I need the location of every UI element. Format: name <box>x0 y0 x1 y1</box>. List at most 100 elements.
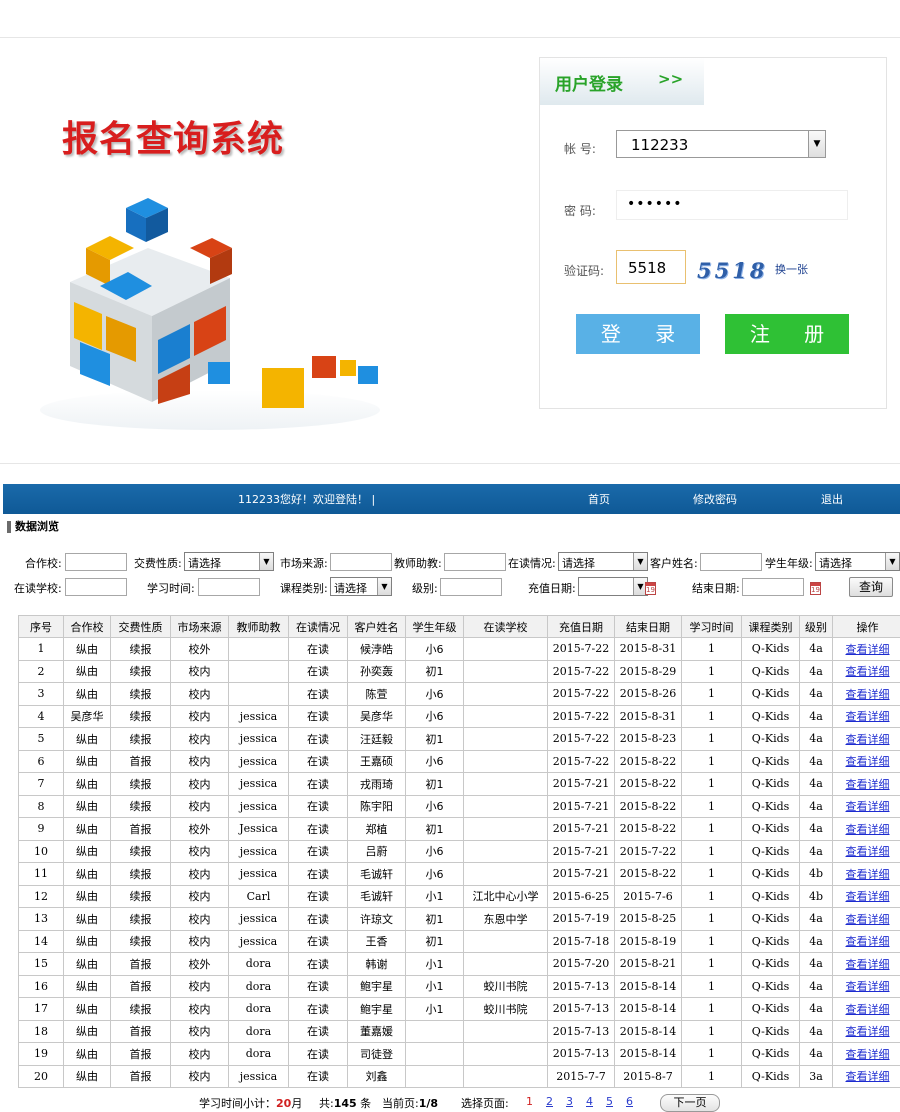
query-button[interactable]: 查询 <box>849 577 893 597</box>
column-header: 序号 <box>18 615 64 638</box>
register-button[interactable]: 注 册 <box>725 314 849 354</box>
chevron-down-icon[interactable]: ▼ <box>377 578 391 595</box>
study-status-select[interactable]: 请选择 ▼ <box>558 552 648 571</box>
table-cell: 2015-7-22 <box>547 749 615 773</box>
column-header: 在读学校 <box>463 615 548 638</box>
table-cell <box>463 952 548 976</box>
table-cell: 查看详细 <box>832 772 900 796</box>
table-cell: Carl <box>228 884 289 908</box>
table-cell: jessica <box>228 862 289 886</box>
current-school-input[interactable] <box>65 578 127 596</box>
level-input[interactable] <box>440 578 502 596</box>
nav-change-password-link[interactable]: 修改密码 <box>693 491 737 507</box>
market-source-input[interactable] <box>330 553 392 571</box>
password-field[interactable]: •••••• <box>616 190 848 220</box>
table-cell: 小6 <box>405 862 464 886</box>
chevron-down-icon[interactable]: ▼ <box>885 553 899 570</box>
page-link[interactable]: 2 <box>546 1095 553 1108</box>
view-detail-link[interactable]: 查看详细 <box>846 868 890 881</box>
view-detail-link[interactable]: 查看详细 <box>846 688 890 701</box>
view-detail-link[interactable]: 查看详细 <box>846 823 890 836</box>
view-detail-link[interactable]: 查看详细 <box>846 643 890 656</box>
table-cell <box>405 1019 464 1043</box>
view-detail-link[interactable]: 查看详细 <box>846 958 890 971</box>
view-detail-link[interactable]: 查看详细 <box>846 890 890 903</box>
table-row: 16 纵由 首报 校内 dora 在读 鲍宇星 小1 蛟川书院 2015-7-13 2015-8-1… <box>18 974 900 998</box>
view-detail-link[interactable]: 查看详细 <box>846 778 890 791</box>
table-row: 10 纵由 续报 校内 jessica 在读 吕蔚 小6 2015-7-21 2015-7-22 1… <box>18 839 900 863</box>
page-link[interactable]: 6 <box>626 1095 633 1108</box>
table-cell: 纵由 <box>63 637 111 661</box>
view-detail-link[interactable]: 查看详细 <box>846 800 890 813</box>
end-date-input[interactable] <box>742 578 804 596</box>
teacher-assistant-input[interactable] <box>444 553 506 571</box>
view-detail-link[interactable]: 查看详细 <box>846 1070 890 1083</box>
table-cell: 2015-8-29 <box>614 659 682 683</box>
subtotal-value: 20 <box>276 1097 292 1110</box>
chevron-down-icon[interactable]: ▼ <box>259 553 273 570</box>
view-detail-link[interactable]: 查看详细 <box>846 665 890 678</box>
subtotal-unit: 月 <box>291 1097 303 1110</box>
table-cell: 查看详细 <box>832 817 900 841</box>
customer-name-input[interactable] <box>700 553 762 571</box>
study-time-input[interactable] <box>198 578 260 596</box>
view-detail-link[interactable]: 查看详细 <box>846 1003 890 1016</box>
view-detail-link[interactable]: 查看详细 <box>846 1025 890 1038</box>
view-detail-link[interactable]: 查看详细 <box>846 913 890 926</box>
view-detail-link[interactable]: 查看详细 <box>846 710 890 723</box>
table-cell: 续报 <box>110 907 171 931</box>
view-detail-link[interactable]: 查看详细 <box>846 980 890 993</box>
account-select[interactable]: 112233 ▼ <box>616 130 826 158</box>
fee-type-select[interactable]: 请选择 ▼ <box>184 552 274 571</box>
view-detail-link[interactable]: 查看详细 <box>846 755 890 768</box>
table-cell: 蛟川书院 <box>463 997 548 1021</box>
table-cell: 1 <box>681 839 742 863</box>
page-link[interactable]: 5 <box>606 1095 613 1108</box>
captcha-input[interactable]: 5518 <box>616 250 686 284</box>
subtotal-label: 学习时间小计： <box>199 1097 276 1110</box>
chevron-down-icon[interactable]: ▼ <box>633 553 647 570</box>
grade-select[interactable]: 请选择 ▼ <box>815 552 900 571</box>
table-cell: 查看详细 <box>832 749 900 773</box>
course-type-select[interactable]: 请选择 ▼ <box>330 577 392 596</box>
nav-logout-link[interactable]: 退出 <box>821 491 843 507</box>
table-cell: 在读 <box>288 839 348 863</box>
calendar-icon[interactable]: 19 <box>810 582 821 595</box>
current-page-label: 当前页: <box>382 1097 419 1110</box>
captcha-image[interactable]: 5518 <box>697 258 767 283</box>
table-cell: 4a <box>799 839 833 863</box>
page-link[interactable]: 1 <box>526 1095 533 1108</box>
view-detail-link[interactable]: 查看详细 <box>846 845 890 858</box>
table-cell: Q-Kids <box>741 929 800 953</box>
table-cell: 2015-8-14 <box>614 1019 682 1043</box>
view-detail-link[interactable]: 查看详细 <box>846 1048 890 1061</box>
recharge-date-select[interactable]: ▼ <box>578 577 648 596</box>
table-cell: 在读 <box>288 862 348 886</box>
page-link[interactable]: 4 <box>586 1095 593 1108</box>
table-cell <box>228 659 289 683</box>
table-cell: 2015-8-26 <box>614 682 682 706</box>
next-page-button[interactable]: 下一页 <box>660 1094 720 1112</box>
view-detail-link[interactable]: 查看详细 <box>846 733 890 746</box>
table-cell <box>463 727 548 751</box>
column-header: 操作 <box>832 615 900 638</box>
calendar-icon[interactable]: 19 <box>645 582 656 595</box>
captcha-refresh-link[interactable]: 换一张 <box>775 261 808 277</box>
chevron-down-icon[interactable]: ▼ <box>808 131 825 157</box>
account-value: 112233 <box>631 136 689 154</box>
login-button[interactable]: 登 录 <box>576 314 700 354</box>
page-link[interactable]: 3 <box>566 1095 573 1108</box>
view-detail-link[interactable]: 查看详细 <box>846 935 890 948</box>
table-cell: 纵由 <box>63 682 111 706</box>
table-cell: 2015-7-21 <box>547 817 615 841</box>
table-cell: 1 <box>681 907 742 931</box>
table-cell: 在读 <box>288 884 348 908</box>
partner-school-input[interactable] <box>65 553 127 571</box>
table-cell: 首报 <box>110 1064 171 1088</box>
nav-home-link[interactable]: 首页 <box>588 491 610 507</box>
course-type-label: 课程类别: <box>280 582 328 595</box>
grade-label: 学生年级: <box>765 557 813 570</box>
table-cell <box>463 637 548 661</box>
table-cell: 首报 <box>110 817 171 841</box>
table-cell: 校内 <box>170 884 229 908</box>
